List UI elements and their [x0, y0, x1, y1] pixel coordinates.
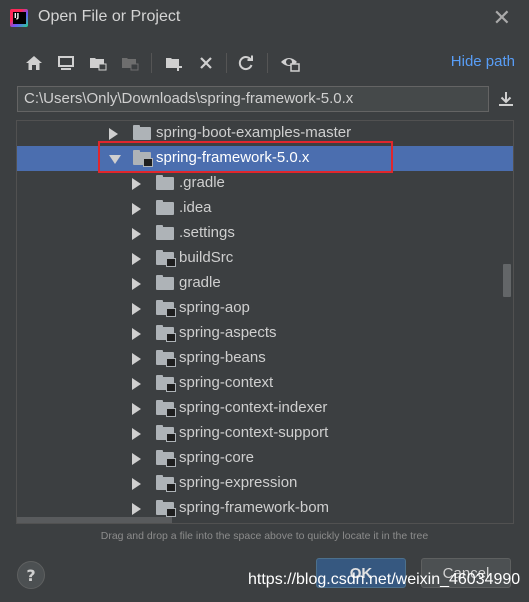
- expand-arrow-right-icon[interactable]: [109, 128, 118, 140]
- new-folder-icon[interactable]: [162, 50, 186, 76]
- show-hidden-icon[interactable]: [278, 50, 302, 76]
- hide-path-link[interactable]: Hide path: [451, 53, 515, 70]
- tree-row[interactable]: spring-beans: [17, 346, 513, 371]
- vertical-scrollbar-thumb[interactable]: [503, 264, 511, 297]
- module-folder-icon: [156, 400, 176, 417]
- tree-item-label: spring-beans: [179, 349, 266, 366]
- tree-item-label: spring-expression: [179, 474, 298, 491]
- refresh-icon[interactable]: [234, 50, 258, 76]
- intellij-app-icon: IJ: [10, 9, 28, 27]
- expand-arrow-right-icon[interactable]: [132, 303, 141, 315]
- tree-item-label: spring-context-support: [179, 424, 329, 441]
- folder-icon: [133, 125, 151, 140]
- tree-item-label: .gradle: [179, 174, 225, 191]
- expand-arrow-right-icon[interactable]: [132, 503, 141, 515]
- module-folder-icon: [156, 500, 176, 517]
- module-folder-icon: [156, 425, 176, 442]
- folder-icon: [156, 200, 174, 215]
- toolbar-separator: [226, 53, 227, 73]
- tree-row[interactable]: spring-context-support: [17, 421, 513, 446]
- drag-drop-hint: Drag and drop a file into the space abov…: [100, 530, 429, 542]
- expand-arrow-right-icon[interactable]: [132, 403, 141, 415]
- tree-row[interactable]: spring-context: [17, 371, 513, 396]
- tree-row[interactable]: spring-core: [17, 446, 513, 471]
- folder-icon: [156, 275, 174, 290]
- desktop-icon[interactable]: [54, 50, 78, 76]
- module-folder-icon: [156, 325, 176, 342]
- expand-arrow-right-icon[interactable]: [132, 428, 141, 440]
- path-input[interactable]: C:\Users\Only\Downloads\spring-framework…: [17, 86, 489, 112]
- file-tree[interactable]: spring-framework-bom spring-expression spr…: [16, 120, 514, 524]
- module-folder-icon: [156, 475, 176, 492]
- tree-row[interactable]: gradle: [17, 271, 513, 296]
- module-folder-icon: [156, 450, 176, 467]
- tree-row[interactable]: .settings: [17, 221, 513, 246]
- horizontal-scrollbar-thumb[interactable]: [17, 517, 172, 523]
- tree-row[interactable]: spring-context-indexer: [17, 396, 513, 421]
- home-icon[interactable]: [22, 50, 46, 76]
- tree-row[interactable]: buildSrc: [17, 246, 513, 271]
- folder-icon: [156, 225, 174, 240]
- expand-arrow-right-icon[interactable]: [132, 453, 141, 465]
- window-title: Open File or Project: [38, 8, 181, 25]
- module-folder-icon: [156, 300, 176, 317]
- download-icon[interactable]: [494, 88, 518, 110]
- help-button[interactable]: ?: [17, 561, 45, 589]
- tree-item-label: .settings: [179, 224, 235, 241]
- expand-arrow-right-icon[interactable]: [132, 353, 141, 365]
- toolbar-separator: [151, 53, 152, 73]
- tree-row[interactable]: spring-aop: [17, 296, 513, 321]
- toolbar: [18, 50, 498, 76]
- expand-arrow-right-icon[interactable]: [132, 178, 141, 190]
- tree-item-label: buildSrc: [179, 249, 234, 266]
- close-icon[interactable]: ✕: [493, 6, 511, 31]
- module-folder-icon: [156, 375, 176, 392]
- annotation-highlight-box: [98, 141, 393, 173]
- tree-item-label: spring-context-indexer: [179, 399, 328, 416]
- project-folder-icon[interactable]: [86, 50, 110, 76]
- tree-row[interactable]: spring-expression: [17, 471, 513, 496]
- expand-arrow-right-icon[interactable]: [132, 328, 141, 340]
- tree-item-label: .idea: [179, 199, 212, 216]
- watermark-text: https://blog.csdn.net/weixin_46034990: [248, 571, 521, 588]
- tree-row[interactable]: spring-aspects: [17, 321, 513, 346]
- tree-item-label: spring-aspects: [179, 324, 277, 341]
- title-bar: IJ Open File or Project ✕: [0, 0, 529, 38]
- tree-item-label: spring-framework-bom: [179, 499, 330, 516]
- module-folder-icon: [156, 350, 176, 367]
- toolbar-separator: [267, 53, 268, 73]
- tree-row[interactable]: .idea: [17, 196, 513, 221]
- tree-item-label: gradle: [179, 274, 221, 291]
- expand-arrow-right-icon[interactable]: [132, 253, 141, 265]
- expand-arrow-right-icon[interactable]: [132, 278, 141, 290]
- tree-item-label: spring-aop: [179, 299, 250, 316]
- folder-icon: [156, 175, 174, 190]
- tree-item-label: spring-context: [179, 374, 274, 391]
- tree-item-label: spring-boot-examples-master: [156, 124, 352, 141]
- expand-arrow-right-icon[interactable]: [132, 228, 141, 240]
- expand-arrow-right-icon[interactable]: [132, 203, 141, 215]
- app-icon-text: IJ: [13, 12, 26, 24]
- delete-icon[interactable]: [194, 50, 218, 76]
- expand-arrow-right-icon[interactable]: [132, 378, 141, 390]
- expand-arrow-right-icon[interactable]: [132, 478, 141, 490]
- tree-row[interactable]: .gradle: [17, 171, 513, 196]
- module-folder-icon[interactable]: [118, 50, 142, 76]
- module-folder-icon: [156, 250, 176, 267]
- tree-item-label: spring-core: [179, 449, 255, 466]
